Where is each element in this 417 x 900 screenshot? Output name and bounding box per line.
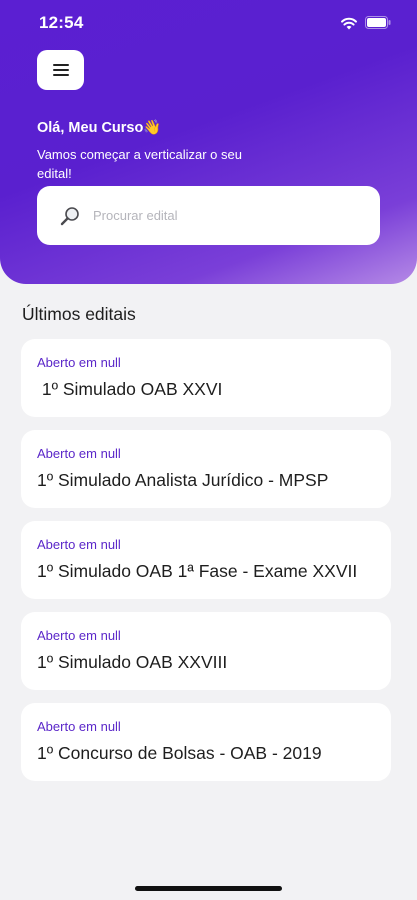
hamburger-icon-bar-3 [52,74,69,76]
editais-list: Aberto em null 1º Simulado OAB XXVI Aber… [21,339,391,794]
edital-title: 1º Simulado OAB XXVI [37,379,223,399]
edital-status: Aberto em null [37,446,121,461]
search-icon [60,206,79,225]
edital-title: 1º Simulado OAB 1ª Fase - Exame XXVII [37,561,358,581]
status-bar: 12:54 [0,0,417,46]
wifi-icon [341,17,357,30]
menu-button[interactable] [37,50,84,90]
status-time: 12:54 [39,13,84,32]
edital-card[interactable]: Aberto em null 1º Simulado OAB XXVIII [21,612,391,690]
greeting-subtitle: Vamos começar a verticalizar o seu edita… [37,147,242,181]
edital-status: Aberto em null [37,719,121,734]
edital-status: Aberto em null [37,355,121,370]
edital-card[interactable]: Aberto em null 1º Simulado OAB 1ª Fase -… [21,521,391,599]
home-indicator[interactable] [135,886,282,891]
edital-status: Aberto em null [37,628,121,643]
search-box[interactable] [37,186,380,245]
edital-card[interactable]: Aberto em null 1º Concurso de Bolsas - O… [21,703,391,781]
header-banner: 12:54 Olá, Meu Curso👋 Vamos começar a ve… [0,0,417,284]
edital-title: 1º Concurso de Bolsas - OAB - 2019 [37,743,322,763]
edital-card[interactable]: Aberto em null 1º Simulado OAB XXVI [21,339,391,417]
greeting-text: Olá, Meu Curso👋 [37,120,162,136]
battery-icon [365,16,391,29]
search-input[interactable] [93,208,333,223]
edital-status: Aberto em null [37,537,121,552]
hamburger-icon-bar-2 [52,69,69,71]
edital-title: 1º Simulado Analista Jurídico - MPSP [37,470,329,490]
edital-card[interactable]: Aberto em null 1º Simulado Analista Jurí… [21,430,391,508]
section-title: Últimos editais [22,304,136,324]
edital-title: 1º Simulado OAB XXVIII [37,652,228,672]
hamburger-icon [52,64,69,66]
